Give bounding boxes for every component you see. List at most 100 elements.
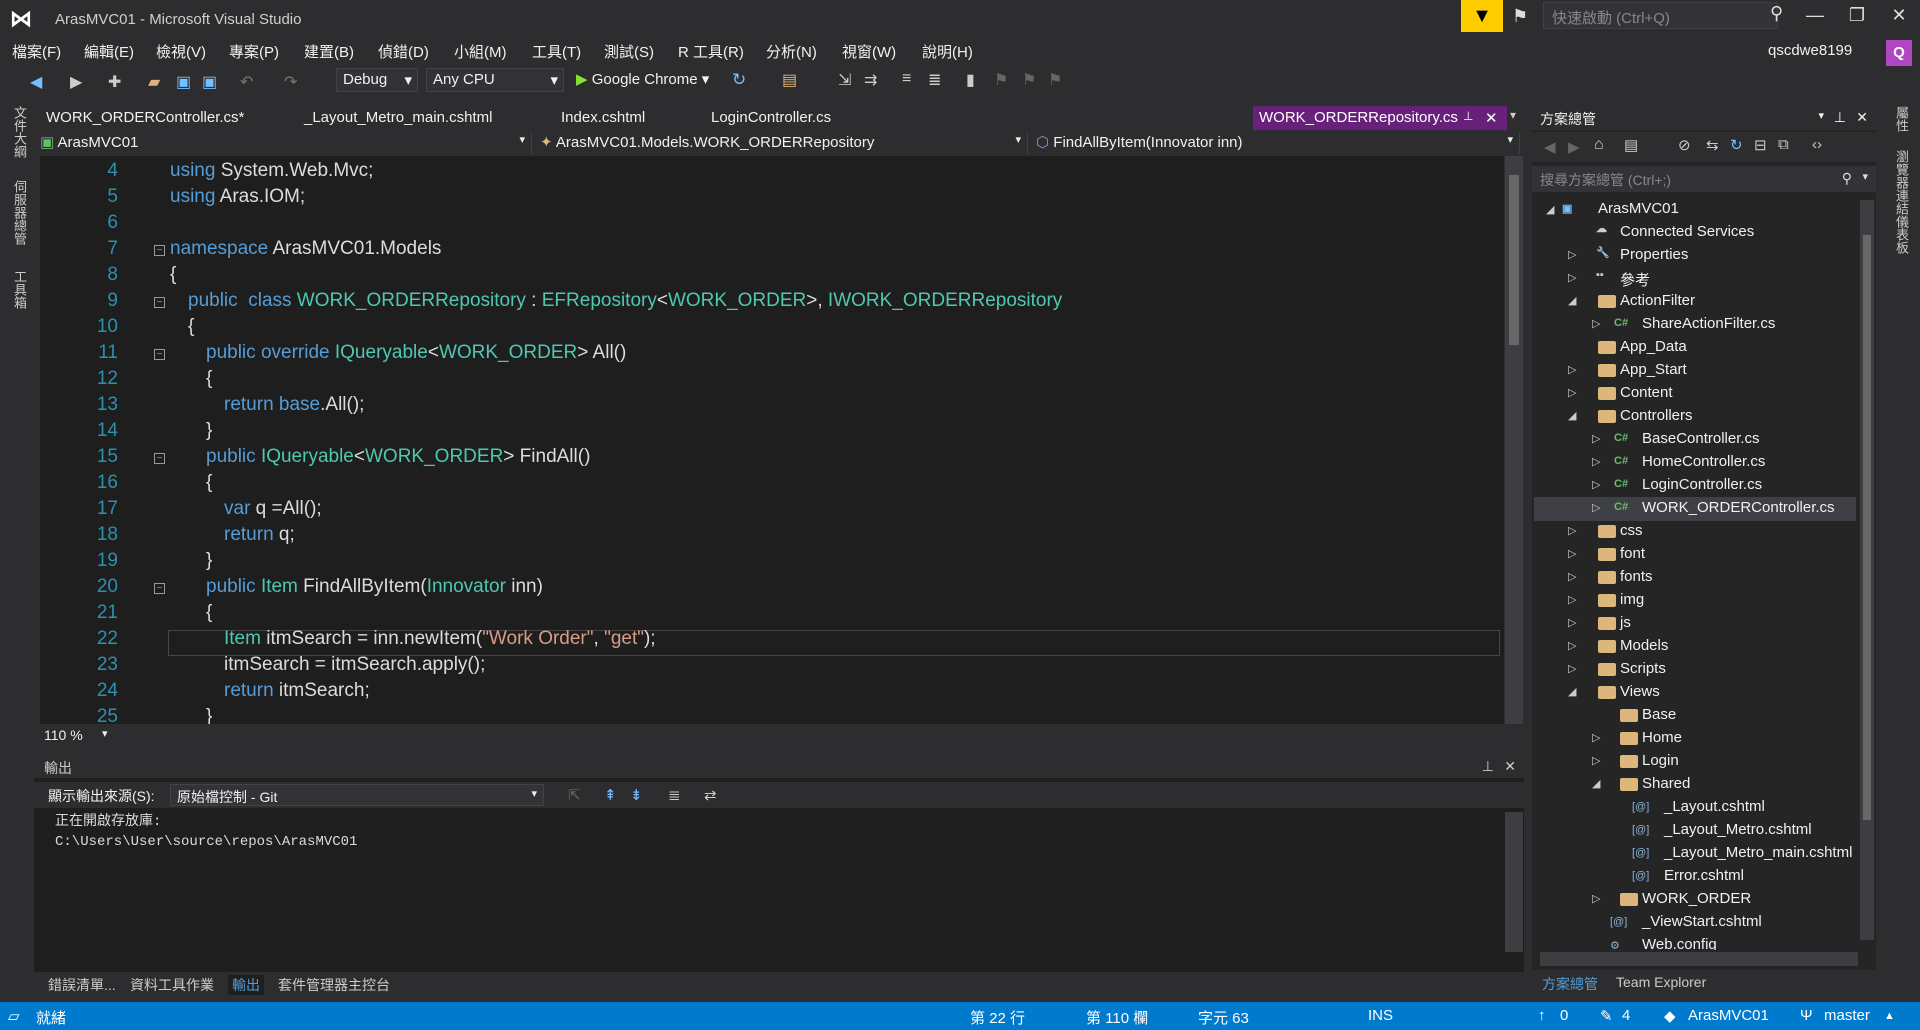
find-in-files-icon[interactable]: ▤ xyxy=(782,70,797,90)
tab-output[interactable]: 輸出 xyxy=(228,975,264,995)
chevron-down-icon[interactable]: ▾ xyxy=(1818,109,1824,122)
tree-item-error[interactable]: Error.cshtml xyxy=(1664,867,1744,884)
save-all-icon[interactable]: ▣ xyxy=(202,72,217,92)
expanded-icon[interactable]: ◢ xyxy=(1568,409,1576,422)
project-select[interactable]: ▣ ArasMVC01 ▾ xyxy=(34,132,532,154)
output-scrollbar[interactable] xyxy=(1505,812,1523,952)
configuration-select[interactable]: Debug ▾ xyxy=(336,68,418,92)
tree-item-img[interactable]: img xyxy=(1620,591,1644,608)
platform-select[interactable]: Any CPU ▾ xyxy=(426,68,564,92)
tab-work-order-controller[interactable]: WORK_ORDERController.cs* xyxy=(46,109,244,126)
new-project-icon[interactable]: ✚ xyxy=(108,72,121,92)
tree-item-viewstart[interactable]: _ViewStart.cshtml xyxy=(1642,913,1762,930)
feedback-icon[interactable]: ▼ xyxy=(1461,0,1503,32)
refresh-icon[interactable]: ↻ xyxy=(732,70,746,90)
fold-toggle-icon[interactable]: − xyxy=(154,583,165,594)
uncomment-icon[interactable]: ≣ xyxy=(928,70,941,90)
tree-item-layout-metro-main[interactable]: _Layout_Metro_main.cshtml xyxy=(1664,844,1852,861)
restore-icon[interactable]: ❐ xyxy=(1842,5,1872,26)
chevron-up-icon[interactable]: ▲ xyxy=(1884,1010,1895,1022)
tree-item-controllers[interactable]: Controllers xyxy=(1620,407,1693,424)
collapsed-icon[interactable]: ▷ xyxy=(1592,478,1600,491)
output-source-select[interactable]: 原始檔控制 - Git ▾ xyxy=(170,784,544,806)
save-icon[interactable]: ▣ xyxy=(176,72,191,92)
tree-item-home[interactable]: Home xyxy=(1642,729,1682,746)
editor-scroll-thumb[interactable] xyxy=(1509,175,1519,345)
menu-team[interactable]: 小組(M) xyxy=(454,41,507,62)
status-repo[interactable]: ArasMVC01 xyxy=(1688,1007,1769,1024)
avatar[interactable]: Q xyxy=(1886,40,1912,66)
pin-icon[interactable]: ⊥ xyxy=(1834,109,1846,126)
properties-tab[interactable]: 屬性 xyxy=(1892,106,1911,132)
tree-item-js[interactable]: js xyxy=(1620,614,1631,631)
menu-analyze[interactable]: 分析(N) xyxy=(766,41,817,62)
tree-item-shareactionfilter[interactable]: ShareActionFilter.cs xyxy=(1642,315,1775,332)
tree-item-shared[interactable]: Shared xyxy=(1642,775,1690,792)
menu-view[interactable]: 檢視(V) xyxy=(156,41,206,62)
collapsed-icon[interactable]: ▷ xyxy=(1592,432,1600,445)
tab-error-list[interactable]: 錯誤清單... xyxy=(48,975,116,995)
next-message-icon[interactable]: ⇟ xyxy=(630,786,643,804)
status-branch[interactable]: master xyxy=(1824,1007,1870,1024)
open-icon[interactable]: ▰ xyxy=(148,72,160,92)
close-icon[interactable]: ✕ xyxy=(1884,5,1914,26)
tab-package-manager-console[interactable]: 套件管理器主控台 xyxy=(278,975,390,995)
tree-item-views[interactable]: Views xyxy=(1620,683,1660,700)
step-into-icon[interactable]: ⇲ xyxy=(838,70,851,90)
collapsed-icon[interactable]: ▷ xyxy=(1568,639,1576,652)
class-select[interactable]: ✦ ArasMVC01.Models.WORK_ORDERRepository ▾ xyxy=(534,132,1028,154)
collapsed-icon[interactable]: ▷ xyxy=(1568,363,1576,376)
collapsed-icon[interactable]: ▷ xyxy=(1592,754,1600,767)
tree-item-properties[interactable]: Properties xyxy=(1620,246,1688,263)
collapsed-icon[interactable]: ▷ xyxy=(1568,616,1576,629)
pencil-icon[interactable]: ✎ xyxy=(1600,1007,1613,1025)
word-wrap-icon[interactable]: ⇄ xyxy=(704,786,717,804)
back-icon[interactable]: ◀ xyxy=(30,72,42,92)
fold-toggle-icon[interactable]: − xyxy=(154,349,165,360)
tree-item-web-config[interactable]: Web.config xyxy=(1642,936,1717,950)
menu-debug[interactable]: 偵錯(D) xyxy=(378,41,429,62)
menu-window[interactable]: 視窗(W) xyxy=(842,41,896,62)
collapsed-icon[interactable]: ▷ xyxy=(1568,570,1576,583)
tab-layout-metro-main[interactable]: _Layout_Metro_main.cshtml xyxy=(304,109,492,126)
expanded-icon[interactable]: ◢ xyxy=(1568,294,1576,307)
comment-icon[interactable]: ≡ xyxy=(902,70,911,88)
close-icon[interactable]: ✕ xyxy=(1504,758,1516,775)
quick-launch-input[interactable]: 快速啟動 (Ctrl+Q) xyxy=(1543,2,1778,29)
collapsed-icon[interactable]: ▷ xyxy=(1568,524,1576,537)
prev-bookmark-icon[interactable]: ⚑ xyxy=(994,70,1008,90)
prev-message-icon[interactable]: ⇞ xyxy=(604,786,617,804)
tree-item-connected-services[interactable]: Connected Services xyxy=(1620,223,1754,240)
bookmark-icon[interactable]: ▮ xyxy=(966,70,975,90)
step-over-icon[interactable]: ⇉ xyxy=(864,70,877,90)
tree-item-work-order-controller[interactable]: WORK_ORDERController.cs xyxy=(1642,499,1835,516)
tree-item-basecontroller[interactable]: BaseController.cs xyxy=(1642,430,1760,447)
tree-item-app-data[interactable]: App_Data xyxy=(1620,338,1687,355)
menu-file[interactable]: 檔案(F) xyxy=(12,41,61,62)
start-debug-button[interactable]: ▶ Google Chrome ▾ xyxy=(576,70,709,88)
redo-icon[interactable]: ↷ xyxy=(284,72,297,92)
pin-icon[interactable]: ⊥ xyxy=(1482,758,1494,775)
collapsed-icon[interactable]: ▷ xyxy=(1592,317,1600,330)
chevron-down-icon[interactable]: ▾ xyxy=(1862,170,1868,183)
browser-link-dashboard-tab[interactable]: 瀏覽器連結儀表板 xyxy=(1892,150,1911,254)
member-select[interactable]: ⬡ FindAllByItem(Innovator inn) ▾ xyxy=(1030,132,1520,154)
close-icon[interactable]: ✕ xyxy=(1856,109,1868,126)
sync-icon[interactable]: ⇆ xyxy=(1706,136,1719,154)
tree-item-layout-metro[interactable]: _Layout_Metro.cshtml xyxy=(1664,821,1812,838)
refresh-icon[interactable]: ↻ xyxy=(1730,136,1743,154)
menu-r-tools[interactable]: R 工具(R) xyxy=(678,41,744,62)
collapse-all-icon[interactable]: ⊟ xyxy=(1754,136,1767,154)
menu-edit[interactable]: 編輯(E) xyxy=(84,41,134,62)
tab-login-controller[interactable]: LoginController.cs xyxy=(711,109,831,126)
tree-item-project[interactable]: ArasMVC01 xyxy=(1598,200,1679,217)
tree-item-actionfilter[interactable]: ActionFilter xyxy=(1620,292,1695,309)
next-bookmark-icon[interactable]: ⚑ xyxy=(1022,70,1036,90)
close-tab-icon[interactable]: ✕ xyxy=(1485,109,1498,127)
tree-item-font[interactable]: font xyxy=(1620,545,1645,562)
tree-item-login[interactable]: Login xyxy=(1642,752,1679,769)
server-explorer-tab[interactable]: 伺服器總管 xyxy=(10,180,29,245)
tree-item-models[interactable]: Models xyxy=(1620,637,1668,654)
collapsed-icon[interactable]: ▷ xyxy=(1568,271,1576,284)
pending-changes-icon[interactable]: ⊘ xyxy=(1678,136,1691,154)
